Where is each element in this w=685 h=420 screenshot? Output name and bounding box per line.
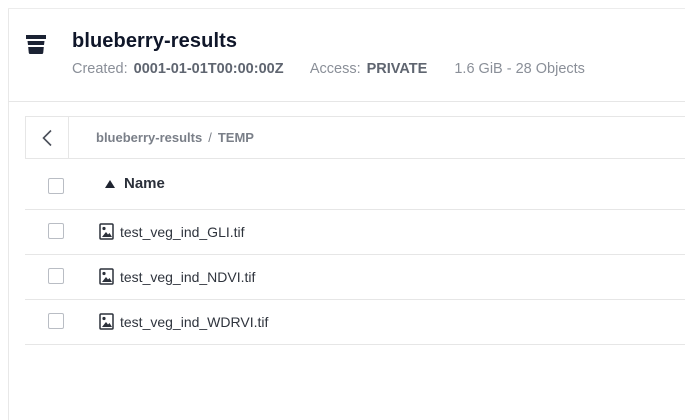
bucket-meta: Created: 0001-01-01T00:00:00Z Access: PRIV… (72, 61, 585, 77)
image-file-icon (99, 268, 114, 285)
breadcrumb: blueberry-results / TEMP (96, 130, 254, 145)
breadcrumb-item-bucket[interactable]: blueberry-results (96, 130, 202, 145)
bucket-header: blueberry-results Created: 0001-01-01T00:… (8, 9, 685, 102)
created-label: Created: (72, 61, 128, 77)
table-row[interactable]: test_veg_ind_GLI.tif (25, 210, 685, 255)
table-row[interactable]: test_veg_ind_NDVI.tif (25, 255, 685, 300)
row-checkbox[interactable] (48, 313, 64, 329)
breadcrumb-item-temp[interactable]: TEMP (218, 130, 254, 145)
row-checkbox[interactable] (48, 268, 64, 284)
sort-ascending-icon[interactable] (105, 180, 115, 188)
image-file-icon (99, 223, 114, 240)
table-row[interactable]: test_veg_ind_WDRVI.tif (25, 300, 685, 345)
bucket-icon (26, 35, 46, 54)
back-button[interactable] (26, 117, 69, 158)
created-value: 0001-01-01T00:00:00Z (133, 61, 284, 77)
size-summary: 1.6 GiB - 28 Objects (454, 61, 585, 77)
chevron-left-icon (42, 129, 52, 146)
row-checkbox[interactable] (48, 223, 64, 239)
access-label: Access: (309, 61, 361, 77)
breadcrumb-bar: blueberry-results / TEMP (25, 116, 685, 159)
file-name[interactable]: test_veg_ind_WDRVI.tif (120, 314, 268, 330)
breadcrumb-separator: / (208, 130, 212, 145)
select-all-checkbox[interactable] (48, 178, 64, 194)
file-name[interactable]: test_veg_ind_NDVI.tif (120, 269, 255, 285)
column-header-name[interactable]: Name (124, 175, 165, 192)
file-name[interactable]: test_veg_ind_GLI.tif (120, 224, 245, 240)
table-header: Name (25, 158, 685, 210)
object-browser: blueberry-results / TEMP Name test_veg_ind… (25, 116, 685, 345)
bucket-title: blueberry-results (72, 30, 238, 52)
access-value: PRIVATE (366, 61, 428, 77)
image-file-icon (99, 313, 114, 330)
